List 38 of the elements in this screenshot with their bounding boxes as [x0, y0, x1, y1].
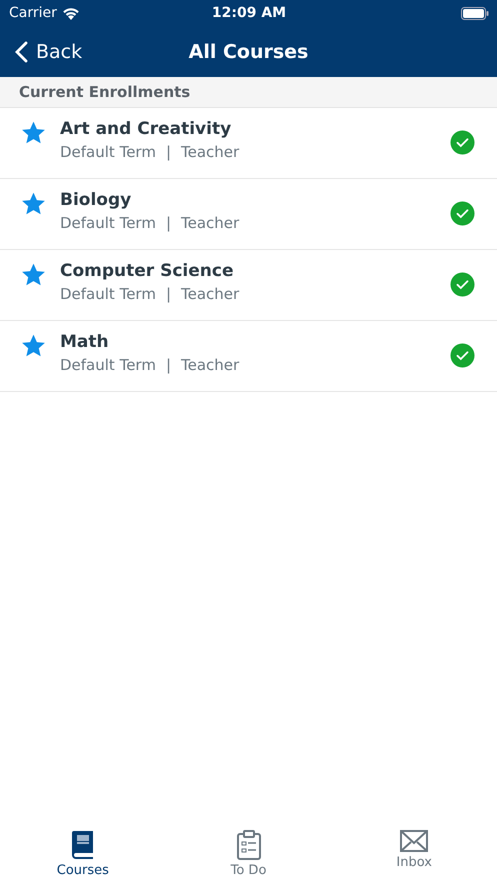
section-title: Current Enrollments — [19, 83, 190, 101]
back-button[interactable]: Back — [0, 40, 88, 64]
tab-bar-item[interactable]: To Do — [166, 826, 332, 883]
course-role: Teacher — [181, 214, 240, 232]
chevron-left-icon — [15, 40, 28, 62]
clock-time: 12:09 AM — [210, 5, 288, 21]
battery-icon — [461, 6, 489, 20]
star-icon[interactable] — [20, 262, 47, 288]
course-term: Default Term — [60, 214, 156, 232]
separator-text: | — [166, 143, 171, 161]
star-icon[interactable] — [20, 333, 47, 359]
tab-bar-item[interactable]: Inbox — [331, 826, 497, 883]
wifi-icon — [62, 6, 80, 20]
course-role: Teacher — [181, 285, 240, 303]
course-role: Teacher — [181, 143, 240, 161]
course-role: Teacher — [181, 356, 240, 374]
carrier-label: Carrier — [9, 5, 57, 21]
course-term: Default Term — [60, 285, 156, 303]
course-name: Art and Creativity — [60, 119, 232, 139]
course-row[interactable]: Math Default Term | Teacher — [0, 321, 497, 392]
separator-text: | — [166, 356, 171, 374]
course-row[interactable]: Computer Science Default Term | Teacher — [0, 250, 497, 321]
course-row[interactable]: Biology Default Term | Teacher — [0, 179, 497, 250]
star-icon[interactable] — [20, 191, 47, 217]
course-name: Computer Science — [60, 261, 234, 281]
course-term: Default Term — [60, 143, 156, 161]
separator-text: | — [166, 214, 171, 232]
screen-title: All Courses — [188, 40, 308, 62]
clipboard-icon — [236, 830, 262, 860]
star-icon[interactable] — [20, 120, 47, 146]
course-row[interactable]: Art and Creativity Default Term | Teacher — [0, 108, 497, 179]
course-name: Biology — [60, 190, 132, 210]
mail-icon — [400, 830, 428, 852]
separator-text: | — [166, 285, 171, 303]
book-icon — [70, 830, 95, 860]
tab-bar-item[interactable]: Courses — [0, 826, 166, 883]
course-term: Default Term — [60, 356, 156, 374]
course-name: Math — [60, 332, 110, 352]
